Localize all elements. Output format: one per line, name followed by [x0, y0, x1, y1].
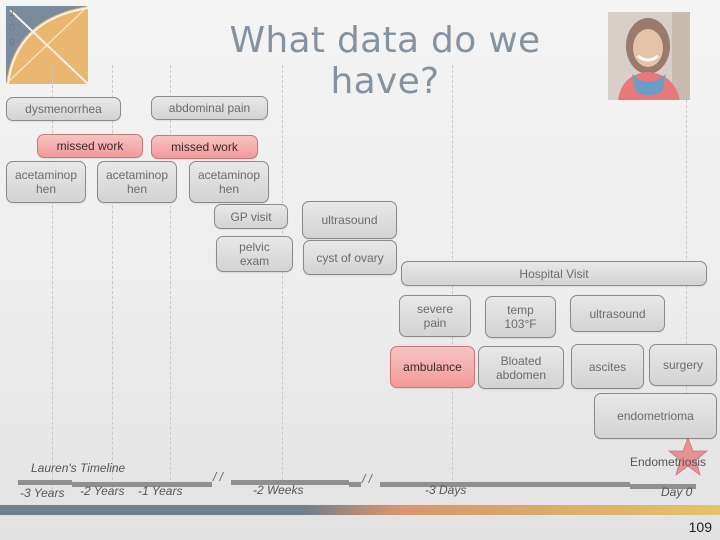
event-label: Bloated [500, 353, 542, 368]
event-label: cyst of ovary [316, 250, 384, 265]
event-label: hen [218, 182, 240, 196]
event-label: ascites [588, 359, 627, 374]
event-label: severe [416, 302, 454, 316]
event-label: GP visit [230, 209, 272, 224]
event-missed-work-1[interactable]: missed work [37, 134, 143, 158]
event-abdominal-pain[interactable]: abdominal pain [151, 96, 268, 120]
timeline-label: Day 0 [661, 485, 693, 499]
timeline-segment [18, 480, 72, 485]
event-label: acetaminop [197, 168, 261, 182]
timeline-label: -3 Years [20, 486, 65, 500]
event-label: exam [239, 254, 270, 268]
timeline-segment [380, 482, 630, 487]
event-label: acetaminop [14, 168, 78, 182]
timeline-guide [112, 65, 113, 495]
event-ambulance[interactable]: ambulance [390, 346, 475, 388]
event-gp-visit[interactable]: GP visit [214, 204, 288, 229]
event-bloated-abdomen[interactable]: Bloated abdomen [478, 346, 564, 389]
event-hospital-visit[interactable]: Hospital Visit [401, 261, 707, 286]
side-slide-number: 1 0 9 [7, 6, 17, 51]
timeline-label: -2 Weeks [253, 483, 304, 497]
slide-title: What data do we have? [229, 20, 541, 102]
side-digit: 9 [8, 37, 16, 49]
event-temp[interactable]: temp 103°F [485, 296, 556, 338]
footer-bar [0, 505, 720, 515]
event-acetaminophen-3[interactable]: acetaminop hen [189, 161, 269, 203]
event-dysmenorrhea[interactable]: dysmenorrhea [6, 97, 121, 121]
timeline-label: -1 Years [138, 484, 183, 498]
event-severe-pain[interactable]: severe pain [399, 295, 471, 337]
event-label: surgery [662, 358, 703, 372]
event-cyst-of-ovary[interactable]: cyst of ovary [303, 240, 397, 275]
event-label: ambulance [403, 360, 462, 374]
event-label: missed work [171, 140, 238, 154]
event-label: ultrasound [321, 213, 378, 227]
event-acetaminophen-1[interactable]: acetaminop hen [6, 161, 86, 203]
side-digit: 1 [8, 7, 16, 19]
event-pelvic-exam[interactable]: pelvic exam [216, 236, 293, 272]
event-missed-work-2[interactable]: missed work [151, 135, 258, 159]
event-label: hen [35, 182, 57, 196]
event-label: temp [507, 303, 534, 317]
event-label: hen [126, 182, 148, 196]
event-surgery[interactable]: surgery [649, 344, 717, 386]
timeline-break: / / [362, 472, 373, 486]
timeline-label: -3 Days [425, 483, 467, 497]
event-label: pelvic [239, 240, 270, 254]
timeline-guide [52, 65, 53, 495]
event-label: ultrasound [589, 306, 646, 321]
timeline-guide [170, 65, 171, 495]
event-ultrasound-2[interactable]: ultrasound [570, 295, 665, 332]
timeline-segment [349, 482, 361, 487]
logo [6, 6, 88, 84]
side-digit: 0 [8, 22, 16, 34]
event-ascites[interactable]: ascites [571, 344, 644, 389]
portrait-photo [608, 12, 690, 100]
event-endometrioma[interactable]: endometrioma [594, 393, 717, 439]
event-label: Hospital Visit [519, 266, 589, 281]
timeline-label: -2 Years [80, 484, 125, 498]
event-acetaminophen-2[interactable]: acetaminop hen [97, 161, 177, 203]
page-number: 109 [688, 519, 712, 535]
event-label: pain [423, 316, 447, 330]
timeline-guide [282, 65, 283, 495]
event-label: abdominal pain [168, 101, 251, 115]
event-label: missed work [56, 139, 124, 153]
timeline-break: / / [213, 470, 224, 484]
timeline-title: Lauren's Timeline [31, 461, 126, 475]
event-label: abdomen [495, 367, 547, 382]
event-ultrasound-1[interactable]: ultrasound [302, 201, 397, 239]
event-label: 103°F [504, 317, 537, 331]
event-label: dysmenorrhea [25, 102, 102, 116]
event-label: endometrioma [617, 409, 694, 423]
diagnosis-label: Endometriosis [630, 455, 707, 469]
event-label: acetaminop [105, 168, 169, 182]
